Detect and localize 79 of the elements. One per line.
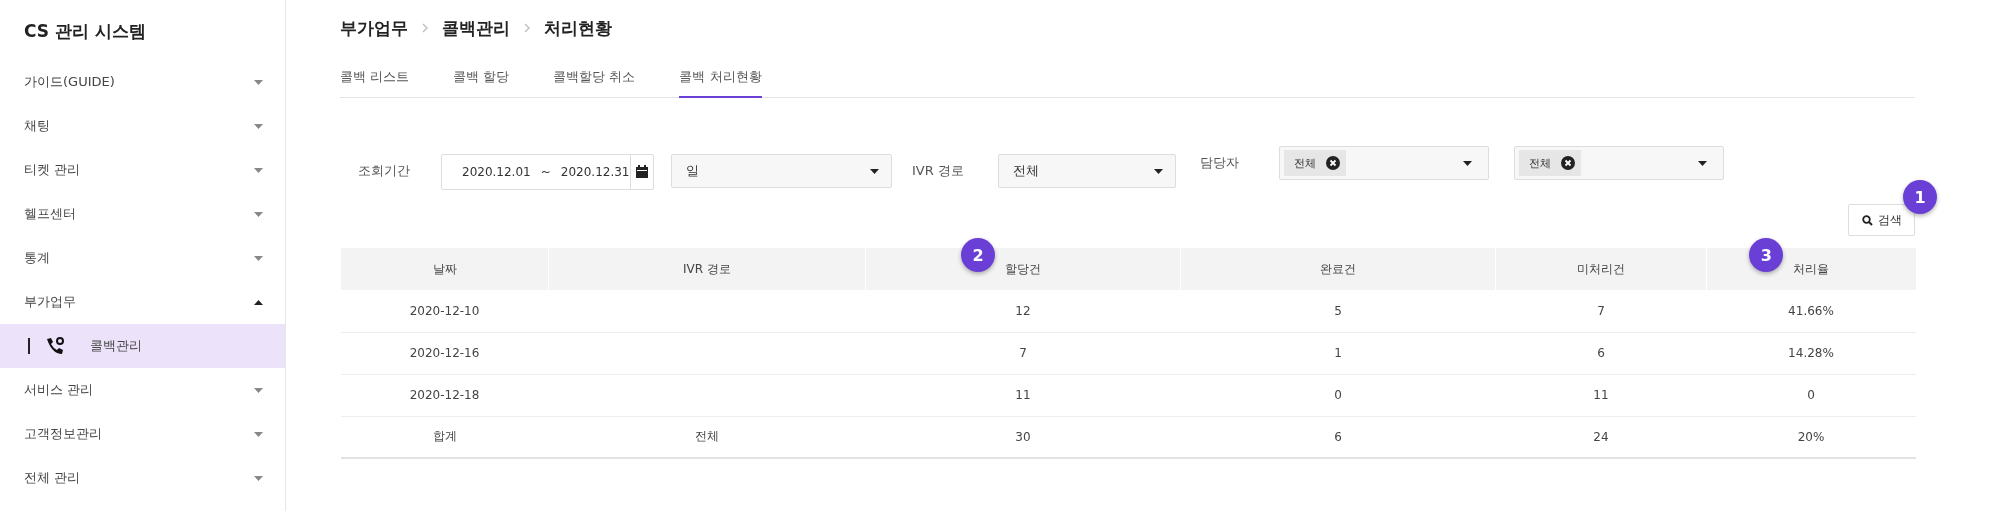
table-cell: 12 — [865, 290, 1181, 332]
table-cell: 2020-12-10 — [340, 290, 549, 332]
breadcrumb-item: 처리현황 — [544, 16, 612, 40]
caret-down-icon — [1153, 168, 1163, 174]
ivr-select[interactable]: 전체 — [997, 154, 1176, 188]
table-cell: 1 — [1180, 332, 1496, 374]
tab[interactable]: 콜백 처리현황 — [679, 60, 762, 98]
caret-down-icon — [254, 431, 263, 437]
table-cell: 11 — [1495, 374, 1707, 416]
search-icon — [1861, 214, 1873, 226]
search-button[interactable]: 검색 — [1848, 204, 1915, 236]
caret-up-icon — [254, 299, 263, 305]
menu-item[interactable]: 가이드(GUIDE) — [0, 60, 285, 104]
caret-down-icon — [254, 211, 263, 217]
table-cell: 2020-12-18 — [340, 374, 549, 416]
menu-item[interactable]: 채팅 — [0, 104, 285, 148]
tag-chip: 전체 — [1283, 150, 1346, 176]
tab[interactable]: 콜백할당 취소 — [553, 60, 636, 98]
agent-select[interactable]: 전체 — [1513, 146, 1724, 180]
table-cell: 합계 — [340, 416, 549, 458]
menu-item[interactable]: 헬프센터 — [0, 192, 285, 236]
breadcrumb-item: 부가업무 — [340, 16, 408, 40]
menu-item[interactable]: 고객정보관리 — [0, 412, 285, 456]
column-header: IVR 경로 — [683, 261, 731, 276]
step-badge: 1 — [1903, 180, 1937, 214]
close-icon[interactable] — [1560, 156, 1575, 170]
column-header: 처리율 — [1793, 261, 1830, 276]
column-header: 미처리건 — [1577, 261, 1625, 276]
tag-chip: 전체 — [1518, 150, 1581, 176]
menu-item[interactable]: 티켓 관리 — [0, 148, 285, 192]
column-header: 날짜 — [432, 261, 457, 276]
caret-down-icon — [254, 79, 263, 85]
table-cell: 전체 — [548, 416, 866, 458]
period-label: 조회기간 — [358, 162, 410, 180]
table-cell: 41.66% — [1706, 290, 1916, 332]
table-cell: 2020-12-16 — [340, 332, 549, 374]
tab[interactable]: 콜백 할당 — [453, 60, 510, 98]
app-title: CS 관리 시스템 — [23, 20, 147, 43]
caret-down-icon — [254, 475, 263, 481]
chevron-right-icon — [524, 23, 530, 33]
caret-down-icon — [254, 255, 263, 261]
table-cell: 20% — [1706, 416, 1916, 458]
submenu-item[interactable]: 콜백관리 — [0, 324, 285, 368]
calendar-icon — [634, 165, 649, 179]
menu-item[interactable]: 서비스 관리 — [0, 368, 285, 412]
table-cell: 6 — [1180, 416, 1496, 458]
agent-select[interactable]: 전체 — [1278, 146, 1489, 180]
table-cell: 7 — [1495, 290, 1707, 332]
step-badge: 2 — [961, 238, 995, 272]
caret-down-icon — [254, 387, 263, 393]
table-cell: 11 — [865, 374, 1181, 416]
agent-label: 담당자 — [1199, 154, 1239, 172]
caret-down-icon — [254, 123, 263, 129]
ivr-label: IVR 경로 — [912, 162, 964, 180]
table-cell: 0 — [1180, 374, 1496, 416]
menu-item[interactable]: 통계 — [0, 236, 285, 280]
table-cell: 30 — [865, 416, 1181, 458]
table-cell: 5 — [1180, 290, 1496, 332]
caret-down-icon — [254, 167, 263, 173]
chevron-right-icon — [422, 23, 428, 33]
caret-down-icon — [1697, 160, 1707, 166]
column-header: 완료건 — [1320, 261, 1356, 276]
menu-item[interactable]: 전체 관리 — [0, 456, 285, 500]
tab[interactable]: 콜백 리스트 — [340, 60, 410, 98]
step-badge: 3 — [1749, 238, 1784, 272]
caret-down-icon — [870, 168, 879, 174]
table-cell: 7 — [865, 332, 1181, 374]
caret-down-icon — [1462, 160, 1472, 166]
table-cell: 14.28% — [1706, 332, 1916, 374]
breadcrumb-item: 콜백관리 — [442, 16, 510, 40]
phone-icon — [44, 336, 66, 356]
date-range-field[interactable]: 2020.12.01 ~ 2020.12.31 — [441, 154, 654, 190]
menu-item[interactable]: 부가업무 — [0, 280, 285, 324]
close-icon[interactable] — [1325, 156, 1340, 170]
column-header: 할당건 — [1005, 261, 1041, 276]
unit-select[interactable]: 일 — [671, 154, 892, 188]
table-cell: 6 — [1495, 332, 1707, 374]
table-cell: 24 — [1495, 416, 1707, 458]
table-cell: 0 — [1706, 374, 1916, 416]
